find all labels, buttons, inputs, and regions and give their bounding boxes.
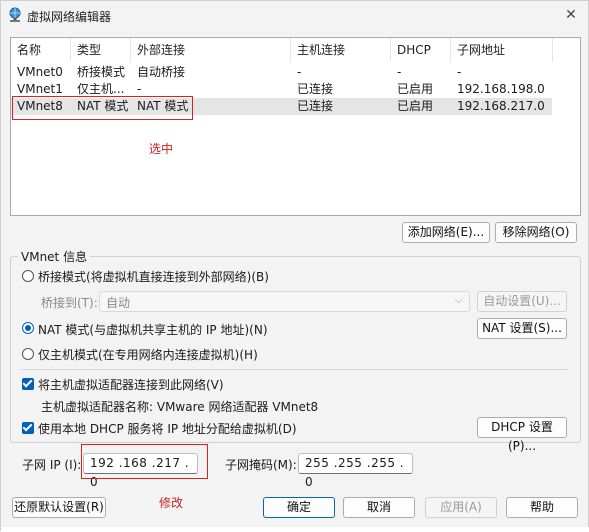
connect-adapter-checkbox[interactable] — [22, 378, 34, 390]
cell-subnet: - — [457, 65, 462, 79]
virtual-network-editor-window: 虚拟网络编辑器 ✕ 名称 类型 外部连接 主机连接 DHCP 子网地址 VMne… — [0, 0, 589, 532]
annotation-selected-note: 选中 — [149, 142, 174, 156]
cell-name: VMnet0 — [17, 65, 63, 79]
nat-mode-label[interactable]: NAT 模式(与虚拟机共享主机的 IP 地址)(N) — [38, 321, 268, 338]
nat-mode-radio[interactable] — [22, 322, 34, 334]
background-strip — [1, 527, 589, 532]
restore-defaults-button[interactable]: 还原默认设置(R) — [12, 497, 106, 518]
cell-dhcp: - — [397, 65, 402, 79]
host-only-mode-radio[interactable] — [22, 348, 34, 360]
subnet-mask-field[interactable]: 255 .255 .255 . 0 — [298, 453, 413, 489]
divider — [20, 369, 567, 370]
bridged-mode-radio[interactable] — [22, 270, 34, 282]
cancel-button[interactable]: 取消 — [343, 497, 415, 518]
dhcp-settings-button[interactable]: DHCP 设置(P)... — [477, 417, 567, 453]
network-list-header: 名称 类型 外部连接 主机连接 DHCP 子网地址 — [11, 38, 580, 62]
bridged-to-value: 自动 — [106, 296, 131, 310]
add-network-button[interactable]: 添加网络(E)... — [402, 222, 490, 243]
connect-adapter-label[interactable]: 将主机虚拟适配器连接到此网络(V) — [38, 376, 224, 393]
adapter-name-label: 主机虚拟适配器名称: VMware 网络适配器 VMnet8 — [41, 400, 319, 414]
bridged-to-label: 桥接到(T): — [41, 296, 98, 310]
cell-host: 已连接 — [297, 99, 334, 113]
dhcp-checkbox[interactable] — [22, 422, 34, 434]
annotation-modify-note: 修改 — [159, 496, 184, 510]
cell-dhcp: 已启用 — [397, 82, 434, 96]
dhcp-label[interactable]: 使用本地 DHCP 服务将 IP 地址分配给虚拟机(D) — [38, 420, 297, 437]
apply-button[interactable]: 应用(A) — [425, 497, 497, 518]
column-header-type[interactable]: 类型 — [71, 38, 131, 62]
cell-dhcp: 已启用 — [397, 99, 434, 113]
subnet-mask-label: 子网掩码(M): — [225, 458, 297, 472]
auto-settings-button[interactable]: 自动设置(U)... — [477, 291, 567, 312]
title-bar: 虚拟网络编辑器 ✕ — [1, 1, 588, 31]
cell-subnet: 192.168.198.0 — [457, 82, 545, 96]
table-row[interactable]: VMnet0 桥接模式 自动桥接 - - - — [11, 64, 552, 81]
subnet-ip-label: 子网 IP (I): — [22, 458, 82, 472]
cell-host: 已连接 — [297, 82, 334, 96]
column-header-host[interactable]: 主机连接 — [291, 38, 391, 62]
column-header-name[interactable]: 名称 — [11, 38, 71, 62]
cell-external: 自动桥接 — [137, 65, 186, 79]
cell-subnet: 192.168.217.0 — [457, 99, 545, 113]
column-header-dhcp[interactable]: DHCP — [391, 38, 451, 62]
nat-settings-button[interactable]: NAT 设置(S)... — [477, 318, 567, 339]
vmnet-info-label: VMnet 信息 — [18, 248, 91, 265]
network-globe-icon — [9, 7, 21, 22]
cell-type: 桥接模式 — [77, 65, 126, 79]
network-list[interactable]: 名称 类型 外部连接 主机连接 DHCP 子网地址 VMnet0 桥接模式 自动… — [10, 37, 581, 216]
chevron-down-icon: ⌵ — [454, 293, 463, 306]
column-header-subnet[interactable]: 子网地址 — [451, 38, 553, 62]
window-title: 虚拟网络编辑器 — [27, 10, 112, 24]
close-icon[interactable]: ✕ — [560, 5, 582, 25]
annotation-modify-box — [81, 444, 208, 479]
help-button[interactable]: 帮助 — [506, 497, 578, 518]
remove-network-button[interactable]: 移除网络(O) — [495, 222, 577, 243]
bridged-to-select[interactable]: 自动 ⌵ — [99, 291, 470, 312]
column-header-external[interactable]: 外部连接 — [131, 38, 291, 62]
bridged-mode-label[interactable]: 桥接模式(将虚拟机直接连接到外部网络)(B) — [38, 268, 269, 285]
ok-button[interactable]: 确定 — [263, 497, 335, 518]
host-only-mode-label[interactable]: 仅主机模式(在专用网络内连接虚拟机)(H) — [38, 346, 258, 363]
cell-host: - — [297, 65, 302, 79]
annotation-selected-box — [12, 96, 193, 120]
